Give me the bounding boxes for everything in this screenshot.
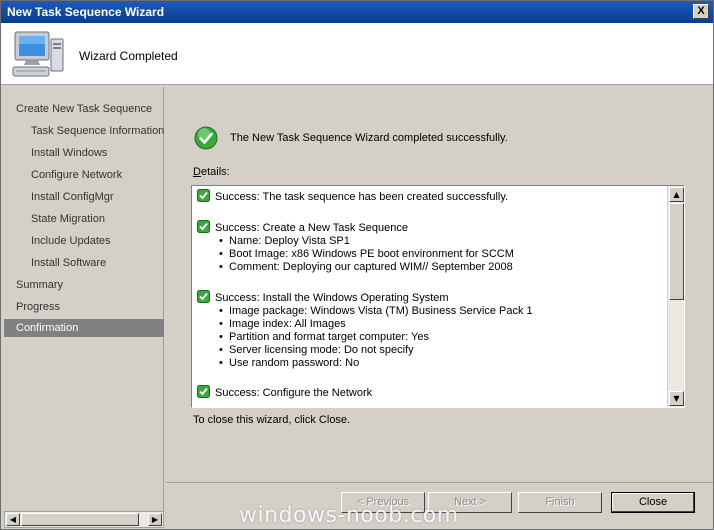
- wizard-steps-sidebar: Create New Task Sequence Task Sequence I…: [4, 87, 164, 511]
- wizard-footer: < Previous Next > Finish Close: [166, 482, 713, 529]
- success-check-icon: [197, 290, 210, 303]
- success-check-icon: [197, 385, 210, 398]
- scroll-down-arrow-icon[interactable]: ▼: [669, 391, 684, 406]
- sidebar-item-progress: Progress: [16, 301, 61, 313]
- header-title: Wizard Completed: [79, 49, 178, 63]
- list-item: Partition and format target computer: Ye…: [229, 331, 533, 344]
- detail-list: Name: Deploy Vista SP1 Boot Image: x86 W…: [229, 235, 514, 274]
- detail-title: Success: Install the Windows Operating S…: [215, 292, 449, 304]
- success-message: The New Task Sequence Wizard completed s…: [230, 132, 508, 144]
- sidebar-item-configure-network: Configure Network: [31, 169, 123, 181]
- details-content: Success: The task sequence has been crea…: [192, 186, 668, 407]
- scroll-up-arrow-icon[interactable]: ▲: [669, 187, 684, 202]
- scroll-right-arrow-icon[interactable]: ▶: [148, 513, 162, 526]
- next-button[interactable]: Next >: [428, 492, 512, 513]
- detail-title: Success: Create a New Task Sequence: [215, 222, 409, 234]
- close-hint-text: To close this wizard, click Close.: [193, 414, 351, 426]
- sidebar-item-state-migration: State Migration: [31, 213, 105, 225]
- finish-button[interactable]: Finish: [518, 492, 602, 513]
- sidebar-item-include-updates: Include Updates: [31, 235, 111, 247]
- window-title: New Task Sequence Wizard: [7, 5, 165, 19]
- sidebar-item-install-configmgr: Install ConfigMgr: [31, 191, 114, 203]
- sidebar-item-task-sequence-information: Task Sequence Information: [31, 125, 164, 137]
- detail-list: Image package: Windows Vista (TM) Busine…: [229, 305, 533, 370]
- scroll-thumb[interactable]: [21, 513, 139, 526]
- list-item: Server licensing mode: Do not specify: [229, 344, 533, 357]
- list-item: Comment: Deploying our captured WIM// Se…: [229, 261, 514, 274]
- wizard-content: The New Task Sequence Wizard completed s…: [166, 87, 713, 482]
- close-window-button[interactable]: X: [693, 4, 709, 19]
- computer-icon: [12, 31, 64, 77]
- sidebar-item-install-windows: Install Windows: [31, 147, 108, 159]
- sidebar-item-create-new-task-sequence: Create New Task Sequence: [16, 103, 153, 115]
- wizard-header: Wizard Completed: [1, 23, 713, 85]
- detail-title: Success: Configure the Network: [215, 387, 373, 399]
- list-item: Name: Deploy Vista SP1: [229, 235, 514, 248]
- sidebar-item-confirmation: Confirmation: [4, 319, 164, 337]
- wizard-window: New Task Sequence Wizard X Wizard Comple…: [0, 0, 714, 530]
- details-label: Details:: [193, 166, 230, 178]
- success-check-icon: [197, 220, 210, 233]
- title-bar[interactable]: New Task Sequence Wizard X: [1, 1, 713, 23]
- previous-button[interactable]: < Previous: [341, 492, 425, 513]
- list-item: Image index: All Images: [229, 318, 533, 331]
- list-item: Boot Image: x86 Windows PE boot environm…: [229, 248, 514, 261]
- scroll-thumb[interactable]: [669, 203, 684, 300]
- sidebar-item-install-software: Install Software: [31, 257, 107, 269]
- sidebar-horizontal-scrollbar[interactable]: ◀ ▶: [4, 511, 164, 528]
- success-check-icon: [194, 126, 218, 150]
- list-item: Use random password: No: [229, 357, 533, 370]
- details-textbox[interactable]: Success: The task sequence has been crea…: [191, 185, 685, 408]
- details-vertical-scrollbar[interactable]: ▲ ▼: [667, 186, 684, 407]
- success-check-icon: [197, 189, 210, 202]
- scroll-left-arrow-icon[interactable]: ◀: [6, 513, 20, 526]
- detail-title: Success: The task sequence has been crea…: [215, 191, 509, 203]
- list-item: Image package: Windows Vista (TM) Busine…: [229, 305, 533, 318]
- sidebar-item-summary: Summary: [16, 279, 64, 291]
- close-button[interactable]: Close: [611, 492, 695, 513]
